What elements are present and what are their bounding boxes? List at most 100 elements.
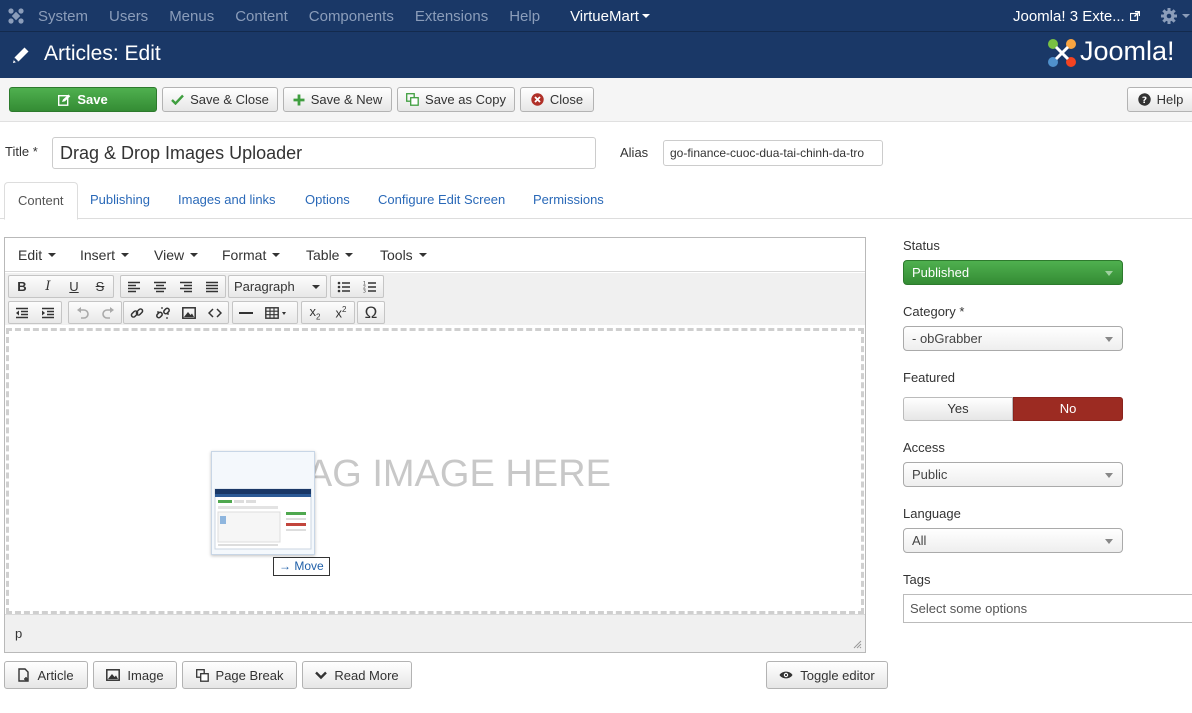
action-toolbar: Save Save & Close Save & New Save as Cop… (0, 78, 1192, 122)
editor-statusbar: p (5, 614, 865, 652)
toggle-editor-button[interactable]: Toggle editor (766, 661, 888, 689)
language-select[interactable]: All (903, 528, 1123, 553)
read-more-label: Read More (334, 667, 399, 683)
menu-users[interactable]: Users (109, 8, 148, 25)
menu-system[interactable]: System (38, 8, 88, 25)
link-icon[interactable] (124, 302, 150, 323)
article-label: Article (37, 667, 74, 683)
gear-icon[interactable] (1160, 7, 1178, 25)
help-label: Help (1156, 92, 1184, 107)
page-header: Articles: Edit Joomla! (0, 32, 1192, 78)
omega-icon[interactable]: Ω (358, 302, 384, 323)
tags-input[interactable]: Select some options (903, 594, 1192, 623)
featured-label: Featured (903, 370, 956, 385)
top-navbar: System Users Menus Content Components Ex… (0, 0, 1192, 32)
strikethrough-icon[interactable]: S (87, 276, 113, 297)
featured-toggle: Yes No (903, 397, 1123, 421)
eye-icon (779, 670, 793, 680)
italic-icon[interactable]: I (35, 276, 61, 297)
tab-images-links[interactable]: Images and links (178, 182, 276, 219)
picture-icon (106, 669, 121, 681)
menu-components[interactable]: Components (309, 8, 394, 25)
align-justify-icon[interactable] (199, 276, 225, 297)
save-close-button[interactable]: Save & Close (162, 87, 278, 112)
tags-label: Tags (903, 572, 931, 587)
align-right-icon[interactable] (173, 276, 199, 297)
resize-handle-icon[interactable] (853, 640, 862, 649)
read-more-button[interactable]: Read More (302, 661, 412, 689)
alias-input[interactable]: go-finance-cuoc-dua-tai-chinh-da-tro (663, 140, 883, 166)
menu-virtuemart[interactable]: VirtueMart (570, 8, 650, 25)
menu-menus[interactable]: Menus (169, 8, 214, 25)
menu-extensions[interactable]: Extensions (415, 8, 488, 25)
check-icon (171, 94, 184, 105)
superscript-icon[interactable]: x2 (328, 302, 354, 323)
status-select[interactable]: Published (903, 260, 1123, 285)
move-tooltip: → Move (273, 557, 330, 576)
save-copy-button[interactable]: Save as Copy (397, 87, 515, 112)
editor-menu-view[interactable]: View (154, 247, 198, 263)
plus-icon (293, 94, 305, 106)
code-icon[interactable] (202, 302, 228, 323)
access-select[interactable]: Public (903, 462, 1123, 487)
tab-options[interactable]: Options (305, 182, 350, 219)
editor-menu-tools[interactable]: Tools (380, 247, 427, 263)
align-center-icon[interactable] (147, 276, 173, 297)
editor-menu-insert[interactable]: Insert (80, 247, 129, 263)
bold-icon[interactable]: B (9, 276, 35, 297)
unlink-icon[interactable] (150, 302, 176, 323)
save-new-button[interactable]: Save & New (283, 87, 392, 112)
insert-article-button[interactable]: Article (4, 661, 88, 689)
menu-help[interactable]: Help (509, 8, 540, 25)
close-button[interactable]: Close (520, 87, 594, 112)
gear-caret-icon[interactable] (1182, 14, 1190, 18)
redo-icon[interactable] (95, 302, 121, 323)
svg-text:3: 3 (363, 289, 366, 294)
tab-configure-edit-screen[interactable]: Configure Edit Screen (378, 182, 505, 219)
list-group: 123 (330, 275, 384, 298)
editor-menu-table[interactable]: Table (306, 247, 353, 263)
hr-table-group (232, 301, 298, 324)
page-break-label: Page Break (215, 667, 284, 683)
title-input[interactable]: Drag & Drop Images Uploader (52, 137, 596, 169)
page-break-button[interactable]: Page Break (182, 661, 297, 689)
arrow-right-icon: → (279, 559, 291, 573)
horizontal-rule-icon[interactable] (233, 302, 259, 323)
numbered-list-icon[interactable]: 123 (357, 276, 383, 297)
format-select[interactable]: Paragraph (228, 275, 327, 298)
tab-permissions[interactable]: Permissions (533, 182, 604, 219)
element-path[interactable]: p (15, 626, 22, 641)
tab-content[interactable]: Content (4, 182, 78, 220)
close-label: Close (549, 92, 584, 107)
title-label: Title * (5, 144, 38, 159)
site-link[interactable]: Joomla! 3 Exte... (1013, 0, 1140, 32)
save-button[interactable]: Save (9, 87, 157, 112)
category-select[interactable]: - obGrabber (903, 326, 1123, 351)
subscript-icon[interactable]: x2 (302, 302, 328, 323)
image-drop-area[interactable]: DRAG IMAGE HERE → Move (6, 328, 864, 614)
rich-text-editor: Edit Insert View Format Table Tools B I … (4, 237, 866, 653)
insert-group (123, 301, 229, 324)
editor-menu-edit[interactable]: Edit (18, 247, 56, 263)
featured-yes-button[interactable]: Yes (903, 397, 1013, 421)
undo-icon[interactable] (69, 302, 95, 323)
editor-menu-format[interactable]: Format (222, 247, 280, 263)
move-tooltip-label: Move (294, 559, 324, 573)
align-left-icon[interactable] (121, 276, 147, 297)
outdent-icon[interactable] (9, 302, 35, 323)
dragged-image-thumbnail[interactable] (211, 451, 315, 555)
tab-publishing[interactable]: Publishing (90, 182, 150, 219)
underline-icon[interactable]: U (61, 276, 87, 297)
joomla-logo-icon[interactable] (7, 7, 25, 25)
image-icon[interactable] (176, 302, 202, 323)
help-button[interactable]: ? Help (1127, 87, 1192, 112)
menu-content[interactable]: Content (235, 8, 288, 25)
featured-no-button[interactable]: No (1013, 397, 1123, 421)
indent-icon[interactable] (35, 302, 61, 323)
bullet-list-icon[interactable] (331, 276, 357, 297)
insert-image-button[interactable]: Image (93, 661, 177, 689)
svg-text:?: ? (1142, 96, 1147, 106)
table-icon[interactable] (259, 302, 297, 323)
status-label: Status (903, 238, 940, 253)
toggle-editor-label: Toggle editor (800, 667, 875, 683)
